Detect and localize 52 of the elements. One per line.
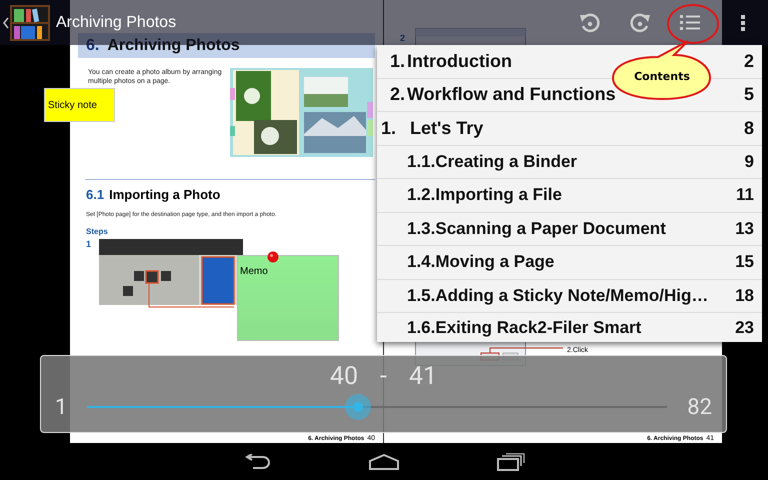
item-title: 1.5.Adding a Sticky Note/Memo/Hig… — [407, 286, 708, 306]
page-number: 2 — [744, 50, 754, 72]
page-number: 40 — [330, 362, 358, 393]
item-title: 1.4.Moving a Page — [407, 252, 554, 272]
item-title: 1.1.Creating a Binder — [407, 152, 578, 172]
max-page: 82 — [687, 394, 712, 420]
range-separator: - — [380, 362, 387, 393]
item-number: 1. — [390, 50, 406, 72]
item-title: 1.3.Scanning a Paper Document — [407, 218, 666, 239]
page-number: 11 — [736, 185, 754, 206]
slider-thumb[interactable] — [345, 394, 372, 420]
item-title: Introduction — [407, 50, 512, 72]
step-number: 1 — [86, 239, 92, 251]
contents-item[interactable]: 1.2.Importing a File 11 — [377, 179, 762, 212]
app-logo-icon[interactable] — [10, 4, 50, 40]
page-number: 18 — [735, 286, 754, 306]
sticky-note: Sticky note — [44, 88, 115, 122]
contents-item[interactable]: 1.1.Creating a Binder 9 — [377, 146, 762, 179]
item-title: Let's Try — [410, 118, 484, 139]
pin-icon — [266, 251, 280, 265]
contents-item[interactable]: 1.6.Exiting Rack2-Filer Smart 23 — [377, 313, 762, 342]
numbered-list-icon[interactable] — [679, 12, 701, 32]
item-number: 1. — [381, 118, 398, 139]
back-icon[interactable] — [243, 454, 271, 470]
item-title: 1.6.Exiting Rack2-Filer Smart — [407, 318, 642, 338]
back-caret-icon[interactable] — [2, 16, 10, 30]
section-number: 6.1 — [86, 187, 104, 202]
contents-item[interactable]: 1.3.Scanning a Paper Document 13 — [377, 212, 762, 246]
item-number: 2. — [390, 84, 406, 106]
step-number: 2 — [400, 33, 406, 43]
page-number: 15 — [735, 252, 754, 272]
page-number: 41 — [408, 362, 438, 393]
page-number: 5 — [744, 84, 754, 106]
item-title: Workflow and Functions — [407, 84, 616, 106]
memo-note: Memo — [237, 255, 339, 341]
contents-item[interactable]: 1.5.Adding a Sticky Note/Memo/Hig… 18 — [377, 280, 762, 313]
highlight-ring — [666, 3, 720, 45]
recent-apps-icon[interactable] — [497, 452, 525, 470]
page-number: 8 — [744, 118, 754, 139]
overflow-menu-icon[interactable] — [740, 12, 746, 32]
contents-item[interactable]: 1. Let's Try 8 — [377, 112, 762, 146]
rotate-right-icon[interactable] — [629, 12, 651, 34]
steps-heading: Steps — [86, 227, 109, 236]
rotate-left-icon[interactable] — [579, 12, 601, 34]
contents-item[interactable]: 1.4.Moving a Page 15 — [377, 246, 762, 280]
item-title: 1.2.Importing a File — [407, 185, 562, 206]
home-icon[interactable] — [369, 454, 399, 470]
section-title: Importing a Photo — [109, 187, 220, 202]
min-page: 1 — [55, 394, 68, 420]
page-number: 13 — [735, 218, 754, 239]
page-number: 23 — [735, 318, 754, 338]
page-number: 9 — [744, 152, 754, 172]
